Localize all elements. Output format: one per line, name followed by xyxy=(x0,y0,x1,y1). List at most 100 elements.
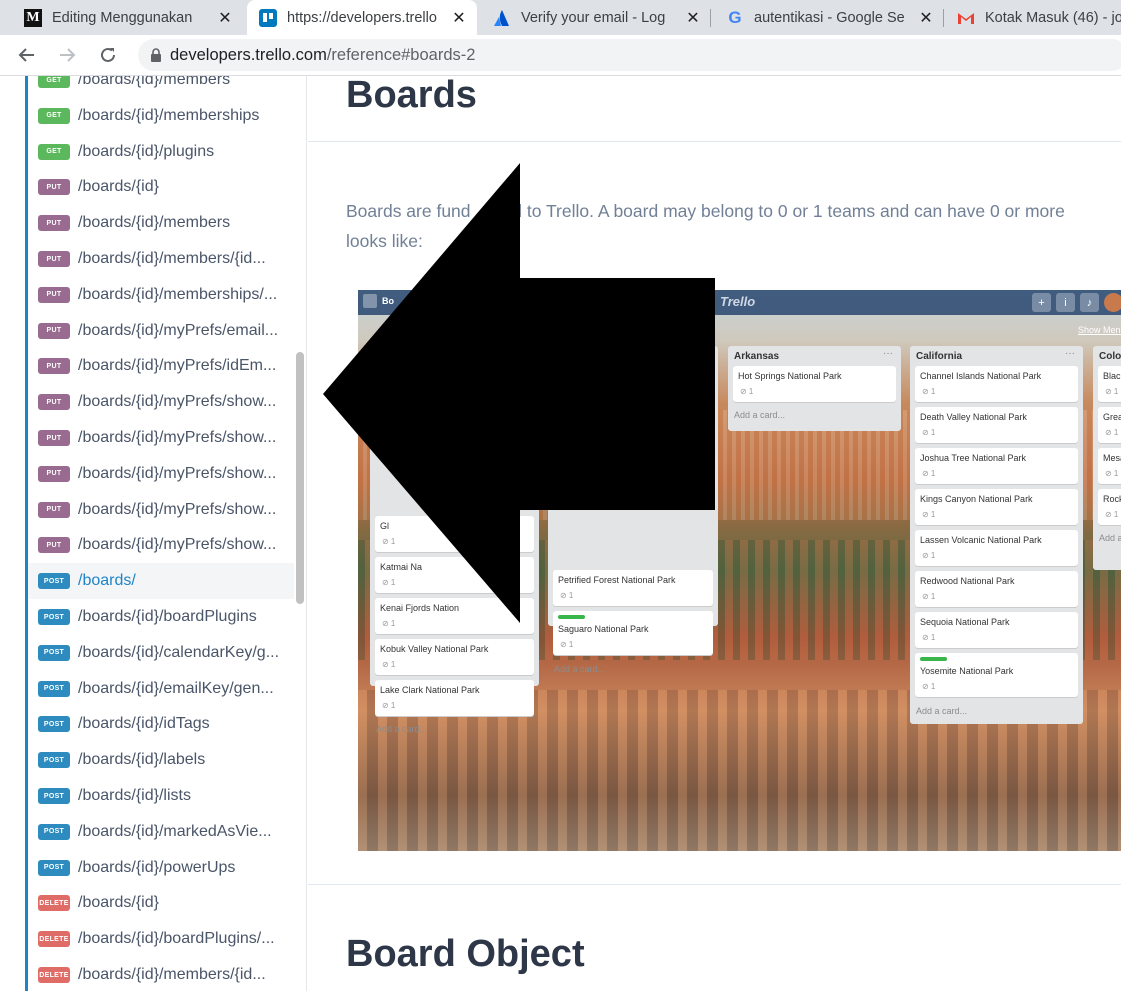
attachment-count: ⊘ 1 xyxy=(922,633,936,642)
sidebar-endpoint-item[interactable]: PUT/boards/{id}/myPrefs/show... xyxy=(28,420,294,456)
browser-tab[interactable]: Kotak Masuk (46) - jo xyxy=(945,0,1121,35)
sidebar-endpoint-item[interactable]: POST/boards/ xyxy=(28,563,294,600)
attachment-count: ⊘ 1 xyxy=(1105,510,1119,519)
add-card-link: Add a card... xyxy=(554,664,606,674)
intro-paragraph: Boards are fund tal to Trello. A board ma… xyxy=(346,201,1065,251)
close-tab-icon[interactable]: ✕ xyxy=(449,8,469,28)
browser-tab-active[interactable]: https://developers.trello ✕ xyxy=(247,0,477,35)
card-title: Lassen Volcanic National Park xyxy=(920,535,1042,545)
sidebar-endpoint-item[interactable]: PUT/boards/{id}/myPrefs/idEm... xyxy=(28,348,294,384)
card-title: Hot Springs National Park xyxy=(738,371,842,381)
card-title: Sequoia National Park xyxy=(920,617,1010,627)
browser-tab[interactable]: M Editing Menggunakan ✕ xyxy=(0,0,243,35)
trello-card: Katmai Na ⊘ 1 xyxy=(375,557,534,593)
endpoint-path: /boards/{id}/myPrefs/show... xyxy=(78,536,277,554)
sidebar-endpoint-item[interactable]: PUT/boards/{id} xyxy=(28,169,294,205)
sidebar-endpoint-item[interactable]: DELETE/boards/{id}/boardPlugins/... xyxy=(28,921,294,957)
tab-strip: M Editing Menggunakan ✕ https://develope… xyxy=(0,0,1121,35)
trello-list: ··· Petrified Forest National Park ⊘ 1 Sagu… xyxy=(548,346,718,674)
forward-icon[interactable] xyxy=(53,41,81,69)
address-bar[interactable]: developers.trello.com/reference#boards-2 xyxy=(138,39,1121,71)
card-title: Redwood National Park xyxy=(920,576,1015,586)
attachment-count: ⊘ 1 xyxy=(922,428,936,437)
api-reference-sidebar: GET/boards/{id}/members GET/boards/{id}/m… xyxy=(0,76,307,991)
trello-list: Colora Black Natio ⊘ 1 Great Prese ⊘ 1 Mesa ⊘ … xyxy=(1093,346,1121,570)
endpoint-path: /boards/{id}/myPrefs/show... xyxy=(78,393,277,411)
trello-card: Saguaro National Park ⊘ 1 xyxy=(553,611,713,655)
tab-title: Kotak Masuk (46) - jo xyxy=(985,9,1121,26)
sidebar-endpoint-item[interactable]: PUT/boards/{id}/members xyxy=(28,205,294,241)
trello-card: Gl ⊘ 1 xyxy=(375,516,534,552)
attachment-count: ⊘ 1 xyxy=(740,387,754,396)
list-menu-icon: ··· xyxy=(1065,348,1075,359)
sidebar-endpoint-item[interactable]: POST/boards/{id}/powerUps xyxy=(28,850,294,886)
card-title: Petrified Forest National Park xyxy=(558,575,676,585)
lock-icon[interactable] xyxy=(150,48,162,62)
sidebar-endpoint-item[interactable]: PUT/boards/{id}/myPrefs/show... xyxy=(28,492,294,528)
sidebar-scrollbar-thumb[interactable] xyxy=(296,352,304,604)
method-badge: PUT xyxy=(38,394,70,411)
browser-tab[interactable]: G autentikasi - Google Se ✕ xyxy=(712,0,944,35)
list-menu-icon: ··· xyxy=(883,348,893,359)
back-icon[interactable] xyxy=(13,41,41,69)
sidebar-endpoint-item[interactable]: DELETE/boards/{id} xyxy=(28,885,294,921)
trello-card: Rock ⊘ 1 xyxy=(1098,489,1121,525)
method-badge: PUT xyxy=(38,322,70,339)
trello-list: Arkansas ··· Hot Springs National Park ⊘ 1 A… xyxy=(728,346,901,431)
browser-tab[interactable]: Verify your email - Log ✕ xyxy=(481,0,711,35)
card-title: Yosemite National Park xyxy=(920,666,1014,676)
method-badge: POST xyxy=(38,823,70,840)
endpoint-path: /boards/{id}/myPrefs/idEm... xyxy=(78,357,277,375)
close-tab-icon[interactable]: ✕ xyxy=(683,8,703,28)
method-badge: POST xyxy=(38,680,70,697)
method-badge: DELETE xyxy=(38,967,70,983)
medium-icon: M xyxy=(24,8,42,27)
sidebar-endpoint-item[interactable]: PUT/boards/{id}/myPrefs/email... xyxy=(28,313,294,349)
gmail-icon xyxy=(957,9,975,27)
sidebar-endpoint-item[interactable]: DELETE/boards/{id}/members/{id... xyxy=(28,957,294,991)
close-tab-icon[interactable]: ✕ xyxy=(215,8,235,28)
endpoint-path: /boards/{id}/plugins xyxy=(78,142,215,160)
method-badge: POST xyxy=(38,573,70,590)
plus-icon: + xyxy=(1032,293,1051,312)
add-card-link: Add a card... xyxy=(734,410,786,420)
sidebar-endpoint-item[interactable]: GET/boards/{id}/members xyxy=(28,76,294,98)
endpoint-path: /boards/{id}/memberships/... xyxy=(78,285,278,303)
list-title: Colora xyxy=(1099,351,1121,362)
sidebar-endpoint-item[interactable]: GET/boards/{id}/plugins xyxy=(28,134,294,170)
endpoint-path: /boards/{id}/members/{id... xyxy=(78,250,266,267)
list-menu-icon: ··· xyxy=(521,348,531,359)
reload-icon[interactable] xyxy=(94,41,122,69)
sidebar-endpoint-item[interactable]: POST/boards/{id}/labels xyxy=(28,742,294,778)
sidebar-endpoint-item[interactable]: POST/boards/{id}/idTags xyxy=(28,706,294,742)
endpoint-path: /boards/{id}/memberships xyxy=(78,106,260,124)
close-tab-icon[interactable]: ✕ xyxy=(916,8,936,28)
endpoint-path: /boards/{id}/members xyxy=(78,76,231,88)
sidebar-endpoint-item[interactable]: PUT/boards/{id}/members/{id... xyxy=(28,241,294,277)
list-title: California xyxy=(916,351,963,362)
sidebar-endpoint-item[interactable]: PUT/boards/{id}/myPrefs/show... xyxy=(28,456,294,492)
endpoint-path: /boards/{id}/myPrefs/show... xyxy=(78,464,277,482)
sidebar-endpoint-item[interactable]: PUT/boards/{id}/myPrefs/show... xyxy=(28,527,294,563)
endpoint-path: /boards/{id}/calendarKey/g... xyxy=(78,643,280,661)
trello-card: Kenai Fjords Nation ⊘ 1 xyxy=(375,598,534,634)
card-title: Black Natio xyxy=(1103,371,1121,381)
sidebar-endpoint-item[interactable]: POST/boards/{id}/markedAsVie... xyxy=(28,814,294,850)
sidebar-endpoint-item[interactable]: POST/boards/{id}/emailKey/gen... xyxy=(28,671,294,707)
trello-icon xyxy=(259,8,277,27)
sidebar-endpoint-item[interactable]: POST/boards/{id}/calendarKey/g... xyxy=(28,635,294,671)
card-title: Lake Clark National Park xyxy=(380,685,480,695)
sidebar-endpoint-item[interactable]: GET/boards/{id}/memberships xyxy=(28,98,294,134)
main-content: Boards Boards are fund tal to Trello. A b… xyxy=(308,76,1121,991)
method-badge: PUT xyxy=(38,465,70,482)
divider xyxy=(308,884,1121,885)
method-badge: PUT xyxy=(38,430,70,446)
sidebar-endpoint-item[interactable]: PUT/boards/{id}/memberships/... xyxy=(28,277,294,313)
tab-title: autentikasi - Google Se xyxy=(754,9,905,26)
card-label xyxy=(920,657,947,661)
sidebar-endpoint-item[interactable]: POST/boards/{id}/boardPlugins xyxy=(28,599,294,635)
trello-card: Death Valley National Park ⊘ 1 xyxy=(915,407,1078,443)
endpoint-path: /boards/{id}/members/{id... xyxy=(78,966,266,983)
sidebar-endpoint-item[interactable]: POST/boards/{id}/lists xyxy=(28,778,294,814)
sidebar-endpoint-item[interactable]: PUT/boards/{id}/myPrefs/show... xyxy=(28,384,294,420)
